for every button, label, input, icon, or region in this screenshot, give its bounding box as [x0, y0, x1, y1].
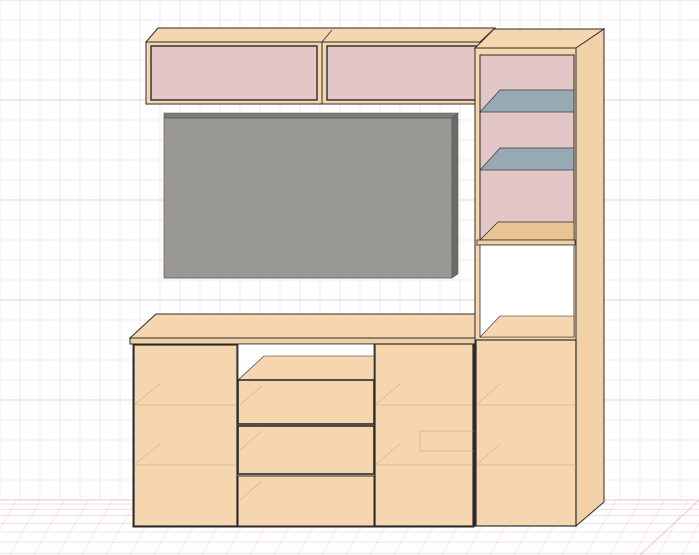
tv-stand-top-edge: [129, 337, 477, 345]
right-wall-cabinet-interior: [326, 45, 478, 101]
tv-screen-top: [163, 112, 459, 119]
tall-shelf-unit: [473, 28, 606, 528]
tv-stand: [128, 313, 491, 528]
tv-stand-right-door[interactable]: [374, 343, 474, 527]
tv-stand-drawer-2[interactable]: [237, 425, 375, 475]
tv-screen-side: [451, 112, 459, 279]
furniture-scene: [0, 0, 699, 555]
wall-cabinet-top: [144, 27, 497, 43]
tall-unit-lower-door[interactable]: [475, 339, 577, 527]
tv-stand-top: [128, 313, 491, 339]
tv-stand-drawer-1[interactable]: [237, 379, 375, 425]
tall-unit-shelf-edge: [476, 239, 576, 246]
tv-stand-drawer-3[interactable]: [237, 475, 375, 527]
tv-stand-left-door[interactable]: [133, 344, 238, 527]
wall-cabinets: [144, 27, 497, 105]
tall-unit-side: [575, 28, 605, 528]
left-wall-cabinet-interior: [150, 45, 318, 101]
tv-screen: [163, 112, 459, 279]
tv-screen-face: [163, 117, 453, 279]
tall-unit-upper-interior: [479, 54, 575, 241]
